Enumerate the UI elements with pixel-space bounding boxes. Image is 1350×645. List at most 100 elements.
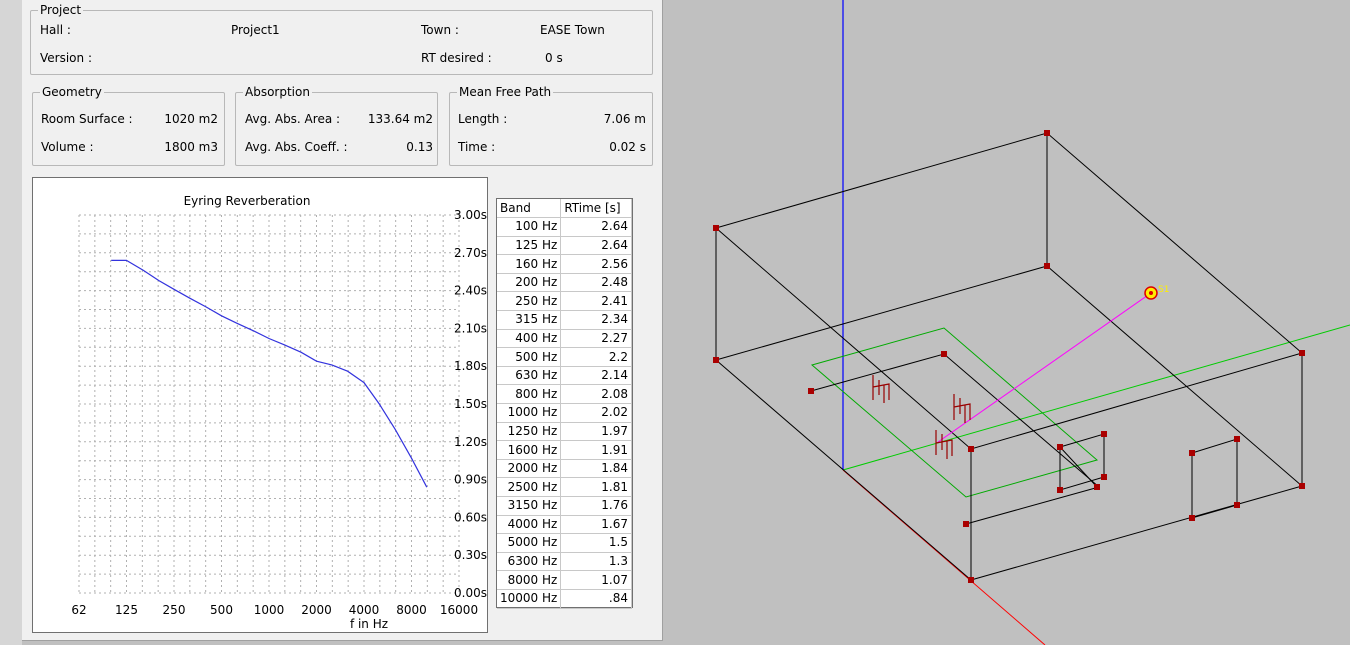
table-row[interactable]: 1250 Hz 1.97 (497, 422, 632, 442)
room-vertices[interactable] (713, 130, 1305, 583)
mfp-time-value: 0.02 s (609, 140, 646, 154)
volume-label: Volume : (41, 140, 94, 154)
band-cell: 100 Hz (497, 217, 562, 237)
room-3d-view[interactable]: S1 (663, 0, 1350, 645)
table-row[interactable]: 3150 Hz 1.76 (497, 496, 632, 516)
table-row[interactable]: 2000 Hz 1.84 (497, 459, 632, 479)
rtime-cell: 2.41 (560, 291, 632, 312)
version-label: Version : (40, 51, 92, 65)
x-tick-label: 125 (115, 603, 138, 617)
geometry-group-title: Geometry (40, 85, 104, 99)
seat-icon[interactable] (872, 375, 890, 403)
table-row[interactable]: 2500 Hz 1.81 (497, 477, 632, 497)
band-cell: 5000 Hz (497, 533, 562, 553)
table-row[interactable]: 160 Hz 2.56 (497, 254, 632, 274)
x-tick-label: 16000 (440, 603, 478, 617)
absorption-group-title: Absorption (243, 85, 312, 99)
x-tick-label: 8000 (396, 603, 427, 617)
rtime-cell: 1.97 (560, 422, 632, 442)
rtime-cell: 1.3 (560, 552, 632, 572)
rtime-cell: 1.84 (560, 459, 632, 479)
y-tick-label: 0.30s (454, 548, 487, 562)
room-surface-label: Room Surface : (41, 112, 133, 126)
band-cell: 630 Hz (497, 366, 562, 386)
rt-desired-label: RT desired : (421, 51, 492, 65)
table-row[interactable]: 315 Hz 2.34 (497, 310, 632, 330)
room-3d-svg[interactable]: S1 (663, 0, 1350, 645)
sound-source-icon[interactable] (1144, 286, 1158, 300)
avg-abs-coeff-label: Avg. Abs. Coeff. : (245, 140, 348, 154)
mfp-length-label: Length : (458, 112, 508, 126)
town-value: EASE Town (540, 23, 605, 37)
table-row[interactable]: 6300 Hz 1.3 (497, 552, 632, 572)
y-tick-label: 1.50s (454, 397, 487, 411)
band-cell: 1250 Hz (497, 422, 562, 442)
mean-free-path-group-title: Mean Free Path (457, 85, 554, 99)
band-column-header[interactable]: Band (497, 199, 562, 219)
rt-table-body: 100 Hz 2.64 125 Hz 2.64 160 Hz 2.56 200 Hz 2.48… (497, 217, 632, 609)
table-row[interactable]: 100 Hz 2.64 (497, 217, 632, 237)
band-cell: 3150 Hz (497, 496, 562, 516)
chart-x-axis-label: f in Hz (350, 617, 388, 631)
mean-free-path-group: Mean Free Path Length : 7.06 m Time : 0.… (449, 85, 653, 166)
rtime-cell: 1.91 (560, 440, 632, 460)
y-tick-label: 0.60s (454, 510, 487, 524)
reverberation-chart: Eyring Reverberation 3.00s 2.70s 2.40s 2.10… (32, 177, 488, 633)
rtime-cell: 2.08 (560, 384, 632, 405)
town-label: Town : (421, 23, 459, 37)
band-cell: 8000 Hz (497, 570, 562, 590)
room-edges (714, 132, 1304, 581)
band-cell: 2000 Hz (497, 459, 562, 479)
table-row[interactable]: 200 Hz 2.48 (497, 273, 632, 293)
x-tick-label: 62 (71, 603, 86, 617)
y-tick-label: 2.40s (454, 284, 487, 298)
rtime-column-header[interactable]: RTime [s] (560, 199, 632, 219)
rtime-cell: 2.34 (560, 310, 632, 330)
rtime-cell: 1.81 (560, 477, 632, 497)
x-tick-label: 2000 (301, 603, 332, 617)
band-cell: 250 Hz (497, 291, 562, 312)
rtime-cell: 1.5 (560, 533, 632, 553)
table-row[interactable]: 5000 Hz 1.5 (497, 533, 632, 553)
table-row[interactable]: 1000 Hz 2.02 (497, 403, 632, 423)
rt-desired-value: 0 s (545, 51, 563, 65)
x-tick-label: 4000 (349, 603, 380, 617)
band-cell: 4000 Hz (497, 515, 562, 535)
rtime-cell: 2.2 (560, 347, 632, 367)
x-axis-ticks: 62 125 250 500 1000 2000 4000 8000 16000 (71, 603, 478, 617)
table-row[interactable]: 10000 Hz .84 (497, 589, 632, 609)
y-tick-label: 3.00s (454, 208, 487, 222)
table-row[interactable]: 630 Hz 2.14 (497, 366, 632, 386)
table-row[interactable]: 250 Hz 2.41 (497, 291, 632, 312)
band-cell: 500 Hz (497, 347, 562, 367)
hall-value: Project1 (231, 23, 280, 37)
band-cell: 160 Hz (497, 254, 562, 274)
chart-svg: Eyring Reverberation 3.00s 2.70s 2.40s 2.10… (71, 194, 487, 631)
x-tick-label: 1000 (254, 603, 285, 617)
table-row[interactable]: 1600 Hz 1.91 (497, 440, 632, 460)
band-cell: 10000 Hz (497, 589, 562, 609)
seat-icon[interactable] (953, 394, 971, 423)
table-row[interactable]: 400 Hz 2.27 (497, 329, 632, 349)
table-row[interactable]: 800 Hz 2.08 (497, 384, 632, 405)
rtime-cell: 2.27 (560, 329, 632, 349)
table-row[interactable]: 8000 Hz 1.07 (497, 570, 632, 590)
absorption-group: Absorption Avg. Abs. Area : 133.64 m2 Av… (235, 85, 438, 166)
table-row[interactable]: 500 Hz 2.2 (497, 347, 632, 367)
rtime-cell: 1.67 (560, 515, 632, 535)
mfp-length-value: 7.06 m (603, 112, 646, 126)
table-row[interactable]: 125 Hz 2.64 (497, 236, 632, 256)
y-tick-label: 1.80s (454, 359, 487, 373)
band-cell: 315 Hz (497, 310, 562, 330)
avg-abs-coeff-value: 0.13 (406, 140, 433, 154)
rt-table[interactable]: Band RTime [s] 100 Hz 2.64 125 Hz 2.64 160 H… (496, 198, 633, 609)
rtime-cell: .84 (560, 589, 632, 609)
rtime-cell: 1.76 (560, 496, 632, 516)
x-tick-label: 250 (163, 603, 186, 617)
rt-series-line (111, 259, 428, 488)
rtime-cell: 2.64 (560, 217, 632, 237)
band-cell: 125 Hz (497, 236, 562, 256)
y-tick-label: 2.70s (454, 246, 487, 260)
avg-abs-area-label: Avg. Abs. Area : (245, 112, 341, 126)
table-row[interactable]: 4000 Hz 1.67 (497, 515, 632, 535)
